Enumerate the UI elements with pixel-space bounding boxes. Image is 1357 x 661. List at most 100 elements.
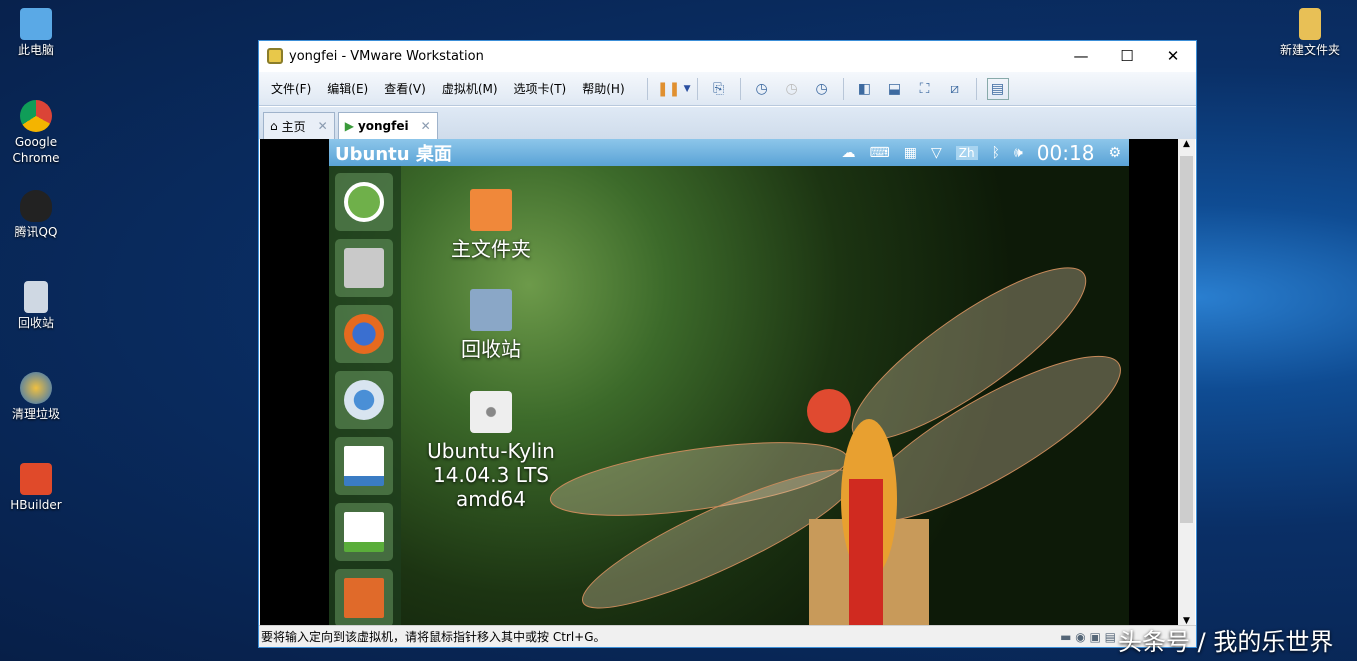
separator [696,77,698,100]
revert-snapshot-icon: ◷ [785,80,798,97]
impress-icon [344,578,384,618]
icon-label: Google Chrome [12,135,60,165]
pause-icon[interactable]: ❚❚ [657,78,680,100]
bluetooth-icon[interactable]: ᛒ [992,145,1000,161]
ubuntu-desktop[interactable]: Ubuntu 桌面 ☁ ⌨ ▦ ▽ Zh ᛒ 🕪 00:18 ⚙ 主文件夹 回收… [329,139,1129,626]
status-bar: 要将输入定向到该虚拟机，请将鼠标指针移入其中或按 Ctrl+G。 ▬ ◉ ▣ ▤ [259,625,1196,647]
dragonfly-tail [849,479,883,626]
folder-icon [1299,8,1321,40]
separator [842,77,844,100]
ubuntu-title: Ubuntu 桌面 [335,143,452,165]
settings-gear-icon[interactable]: ⚙ [1108,145,1121,161]
cloud-download-icon[interactable]: ☁ [842,145,856,161]
console-view-icon[interactable]: ⬓ [884,78,906,100]
qq-icon [20,190,52,222]
desktop-icon[interactable]: 清理垃圾 [1,372,71,422]
ubuntu-logo-icon [344,182,384,222]
unity-icon[interactable]: ⧄ [944,78,966,100]
launcher-calc[interactable] [335,503,393,561]
ubuntu-top-panel: Ubuntu 桌面 ☁ ⌨ ▦ ▽ Zh ᛒ 🕪 00:18 ⚙ [329,139,1129,166]
chromium-icon [344,380,384,420]
firefox-icon [344,314,384,354]
desktop-item-trash[interactable]: 回收站 [421,289,561,361]
computer-icon [20,8,52,40]
desktop-icon[interactable]: 新建文件夹 [1275,8,1345,58]
dragonfly-head [807,389,851,433]
fullscreen-icon[interactable]: ⛶ [914,78,936,100]
calendar-icon[interactable]: ▦ [904,145,917,161]
launcher-dash[interactable] [335,173,393,231]
vertical-scrollbar[interactable]: ▲ ▼ [1178,139,1195,626]
thumbnail-view-icon[interactable]: ▤ [986,77,1009,100]
keyboard-icon[interactable]: ⌨ [870,145,890,161]
maximize-button[interactable]: ☐ [1104,47,1150,65]
calc-icon [344,512,384,552]
menu-view[interactable]: 查看(V) [384,80,426,97]
desktop-icon[interactable]: 此电脑 [1,8,71,58]
trash-icon [470,289,512,331]
device-icons[interactable]: ▬ ◉ ▣ ▤ [1060,630,1116,644]
separator [975,77,977,100]
window-title: yongfei - VMware Workstation [289,48,484,64]
desktop-item-home[interactable]: 主文件夹 [421,189,561,261]
home-icon: ⌂ [270,119,278,133]
desktop-icon[interactable]: HBuilder [1,463,71,513]
scroll-thumb[interactable] [1180,156,1193,523]
menu-tabs[interactable]: 选项卡(T) [514,80,567,97]
close-tab-icon[interactable]: ✕ [421,119,431,133]
item-label: Ubuntu-Kylin 14.04.3 LTS amd64 [427,439,555,511]
tab-label: 主页 [281,119,306,134]
launcher-files[interactable] [335,239,393,297]
home-folder-icon [470,189,512,231]
desktop-icon[interactable]: Google Chrome [1,100,71,166]
launcher-chromium[interactable] [335,371,393,429]
ubuntu-launcher [329,166,401,626]
icon-label: 清理垃圾 [11,407,60,421]
tab-yongfei[interactable]: ▶ yongfei ✕ [337,112,438,139]
hbuilder-icon [20,463,52,495]
launcher-firefox[interactable] [335,305,393,363]
scroll-up-icon[interactable]: ▲ [1178,139,1195,149]
snapshot-icon[interactable]: ◷ [751,78,773,100]
watermark: 头条号 / 我的乐世界 [1118,628,1334,656]
tab-bar: ⌂ 主页 ✕ ▶ yongfei ✕ [259,107,1196,139]
tab-label: yongfei [357,119,409,133]
dvd-icon [470,391,512,433]
vmware-window: yongfei - VMware Workstation — ☐ ✕ 文件(F)… [258,40,1197,648]
close-tab-icon[interactable]: ✕ [318,119,328,133]
separator [739,77,741,100]
wifi-icon[interactable]: ▽ [931,145,942,161]
vm-icon: ▶ [344,119,354,133]
status-text: 要将输入定向到该虚拟机，请将鼠标指针移入其中或按 Ctrl+G。 [261,630,606,644]
desktop-icon[interactable]: 腾讯QQ [1,190,71,240]
clock[interactable]: 00:18 [1037,141,1095,165]
minimize-button[interactable]: — [1058,47,1104,65]
sidebar-toggle-icon[interactable]: ◧ [854,78,876,100]
separator [646,77,648,100]
dropdown-arrow-icon[interactable]: ▼ [684,84,691,94]
snapshot-manager-icon[interactable]: ◷ [811,78,833,100]
volume-icon[interactable]: 🕪 [1014,145,1023,161]
recycle-bin-icon [24,281,48,313]
vm-console[interactable]: Ubuntu 桌面 ☁ ⌨ ▦ ▽ Zh ᛒ 🕪 00:18 ⚙ 主文件夹 回收… [260,139,1178,626]
vmware-logo-icon [267,48,283,64]
send-ctrl-alt-del-icon[interactable]: ⎘ [708,78,730,100]
desktop-item-dvd[interactable]: Ubuntu-Kylin 14.04.3 LTS amd64 [421,391,561,511]
menu-edit[interactable]: 编辑(E) [327,80,368,97]
launcher-impress[interactable] [335,569,393,626]
close-button[interactable]: ✕ [1150,47,1196,65]
writer-icon [344,446,384,486]
ime-indicator[interactable]: Zh [955,145,978,160]
icon-label: 新建文件夹 [1279,43,1340,57]
menu-vm[interactable]: 虚拟机(M) [442,80,498,97]
chrome-icon [20,100,52,132]
menu-help[interactable]: 帮助(H) [582,80,624,97]
file-cabinet-icon [344,248,384,288]
menu-file[interactable]: 文件(F) [271,80,311,97]
icon-label: 回收站 [17,316,54,330]
launcher-writer[interactable] [335,437,393,495]
tab-home[interactable]: ⌂ 主页 ✕ [263,112,335,139]
item-label: 主文件夹 [451,237,531,261]
broom-icon [20,372,52,404]
desktop-icon[interactable]: 回收站 [1,281,71,331]
